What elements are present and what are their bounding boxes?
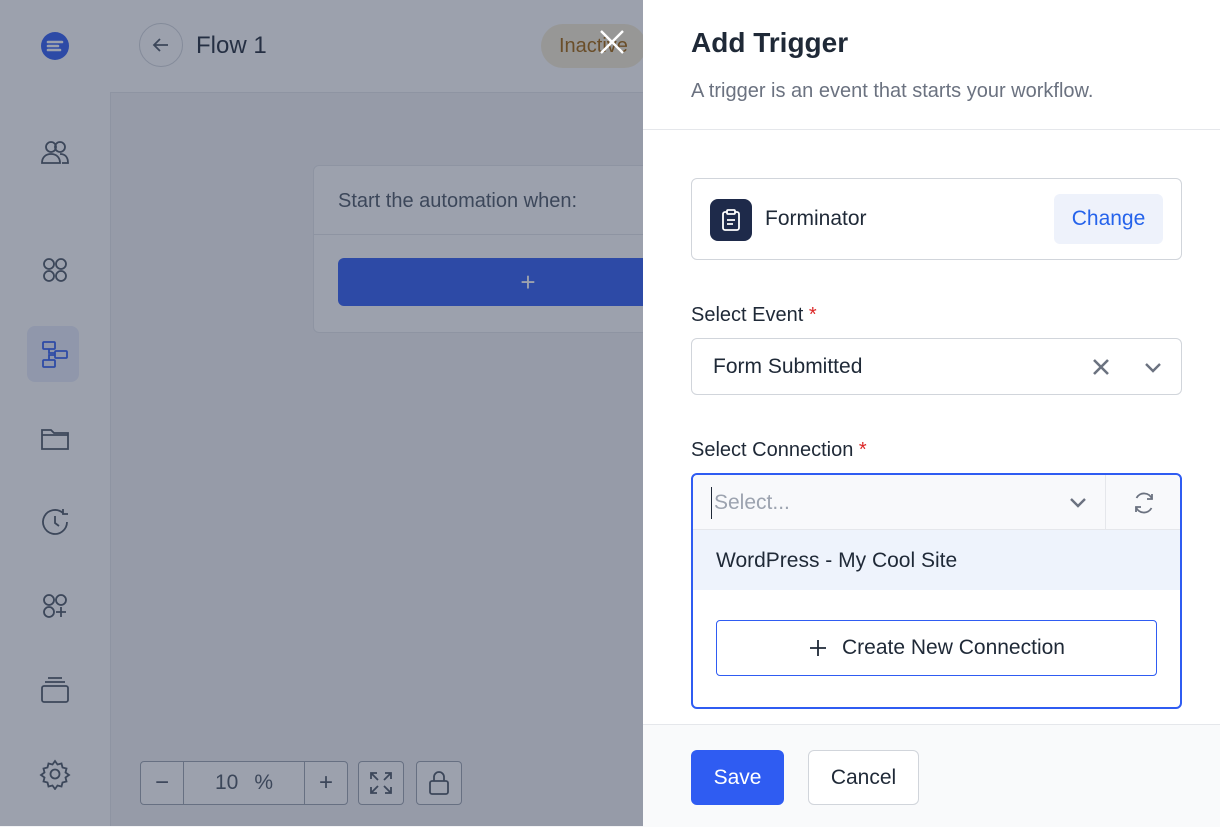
app-name: Forminator [765,207,867,230]
event-select-value: Form Submitted [713,355,863,378]
close-drawer-button[interactable] [596,26,628,58]
event-select[interactable]: Form Submitted [691,338,1182,395]
drawer-subtitle: A trigger is an event that starts your w… [691,80,1094,102]
clipboard-icon [710,199,752,241]
modal-backdrop[interactable] [0,0,643,826]
cancel-button[interactable]: Cancel [808,750,919,805]
required-mark: * [858,439,867,461]
save-button[interactable]: Save [691,750,784,805]
refresh-icon[interactable] [1131,490,1157,516]
drawer-footer: Save Cancel [643,724,1220,827]
connection-select-control [693,475,1180,530]
selected-app-card: Forminator Change [691,178,1182,260]
create-connection-button[interactable]: Create New Connection [716,620,1157,676]
change-app-button[interactable]: Change [1054,194,1163,244]
connection-option[interactable]: WordPress - My Cool Site [693,530,1180,590]
chevron-down-icon[interactable] [1142,356,1164,378]
drawer-header: Add Trigger A trigger is an event that s… [643,0,1220,130]
close-icon [600,30,624,54]
required-mark: * [808,304,817,326]
select-event-label: Select Event * [691,304,817,326]
clear-icon[interactable] [1090,356,1112,378]
plus-icon [810,640,827,656]
connection-select: WordPress - My Cool Site Create New Conn… [691,473,1182,709]
chevron-down-icon[interactable] [1067,491,1089,513]
add-trigger-drawer: Add Trigger A trigger is an event that s… [643,0,1220,827]
drawer-title: Add Trigger [691,27,849,58]
select-connection-label: Select Connection * [691,439,867,461]
connection-search-input[interactable] [711,487,1056,519]
